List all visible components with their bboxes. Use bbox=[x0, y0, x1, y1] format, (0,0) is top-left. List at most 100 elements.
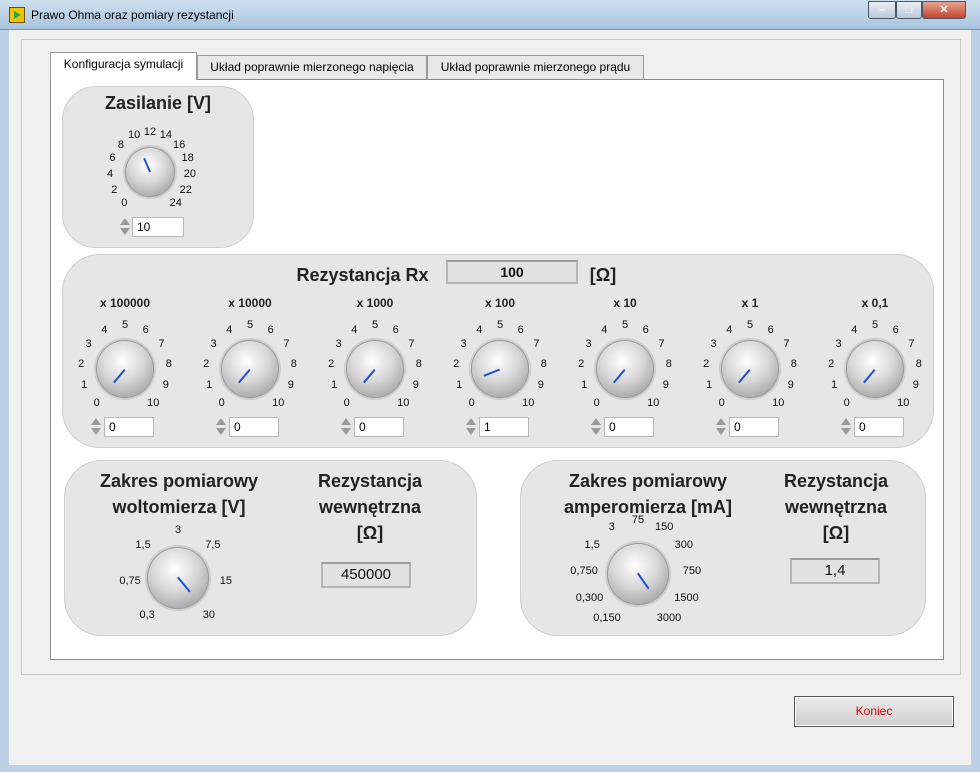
zasilanie-knob-tick-label: 0 bbox=[121, 196, 128, 209]
woltomierz-res-unit: [Ω] bbox=[356, 523, 384, 543]
decade-spinner-down-icon[interactable] bbox=[341, 428, 351, 435]
decade-spinner-down-icon[interactable] bbox=[466, 428, 476, 435]
decade-spinner-down-icon[interactable] bbox=[716, 428, 726, 435]
decade-knob-tick-label: 8 bbox=[415, 358, 422, 371]
decade-knob-tick-label: 2 bbox=[578, 358, 585, 371]
decade-value-field[interactable]: 0 bbox=[854, 417, 904, 437]
decade-knob-tick-label: 8 bbox=[290, 358, 297, 371]
amperomierz-range-knob-tick-label: 0,150 bbox=[593, 612, 621, 625]
window-frame-right bbox=[971, 30, 980, 772]
decade-spinner-up-icon[interactable] bbox=[591, 418, 601, 425]
decade-value-field[interactable]: 0 bbox=[604, 417, 654, 437]
decade-spinner-down-icon[interactable] bbox=[216, 428, 226, 435]
decade-knob-tick-label: 4 bbox=[226, 324, 233, 337]
decade-spinner-up-icon[interactable] bbox=[91, 418, 101, 425]
zasilanie-knob-tick-label: 24 bbox=[169, 196, 182, 209]
decade-knob-tick-label: 2 bbox=[703, 358, 710, 371]
decade-knob-tick-label: 7 bbox=[908, 338, 915, 351]
decade-knob-tick-label: 8 bbox=[165, 358, 172, 371]
decade-knob-tick-label: 0 bbox=[718, 396, 725, 409]
decade-spinner-up-icon[interactable] bbox=[841, 418, 851, 425]
decade-knob-tick-label: 6 bbox=[767, 324, 774, 337]
decade-knob-tick-label: 6 bbox=[517, 324, 524, 337]
decade-knob-tick-label: 9 bbox=[537, 379, 544, 392]
zasilanie-knob[interactable] bbox=[126, 148, 174, 196]
title-bar: Prawo Ohma oraz pomiary rezystancji – □ … bbox=[0, 0, 980, 30]
amperomierz-range-knob-tick-label: 75 bbox=[631, 514, 645, 526]
decade-spinner-up-icon[interactable] bbox=[466, 418, 476, 425]
decade-spinner-down-icon[interactable] bbox=[591, 428, 601, 435]
zasilanie-value-field[interactable]: 10 bbox=[132, 217, 184, 237]
decade-spinner-down-icon[interactable] bbox=[841, 428, 851, 435]
decade-value-field[interactable]: 0 bbox=[229, 417, 279, 437]
decade-knob-tick-label: 1 bbox=[331, 379, 338, 392]
decade-value-field[interactable]: 0 bbox=[729, 417, 779, 437]
decade-knob-tick-label: 10 bbox=[522, 396, 535, 409]
decade-knob-tick-label: 3 bbox=[460, 338, 467, 351]
decade-knob-tick-label: 6 bbox=[142, 324, 149, 337]
zasilanie-knob-tick-label: 6 bbox=[109, 152, 116, 165]
woltomierz-res-display: 450000 bbox=[321, 562, 411, 588]
tab-uklad-pradu[interactable]: Układ poprawnie mierzonego prądu bbox=[427, 55, 644, 79]
decade-knob-tick-label: 0 bbox=[468, 396, 475, 409]
zasilanie-spinner-up-icon[interactable] bbox=[120, 218, 130, 225]
decade-label: x 10000 bbox=[228, 296, 272, 310]
decade-value-field[interactable]: 0 bbox=[104, 417, 154, 437]
decade-knob-tick-label: 8 bbox=[915, 358, 922, 371]
decade-spinner[interactable] bbox=[590, 416, 602, 438]
koniec-button[interactable]: Koniec bbox=[794, 696, 954, 727]
decade-knob-tick-label: 5 bbox=[621, 319, 629, 331]
decade-spinner-up-icon[interactable] bbox=[216, 418, 226, 425]
decade-label: x 0,1 bbox=[861, 296, 889, 310]
amperomierz-res-display: 1,4 bbox=[790, 558, 880, 584]
decade-spinner[interactable] bbox=[340, 416, 352, 438]
decade-knob-tick-label: 8 bbox=[540, 358, 547, 371]
amperomierz-range-knob-tick-label: 750 bbox=[682, 565, 702, 578]
maximize-button[interactable]: □ bbox=[896, 1, 922, 19]
decade-knob-tick-label: 2 bbox=[828, 358, 835, 371]
decade-spinner[interactable] bbox=[215, 416, 227, 438]
zasilanie-knob-tick-label: 2 bbox=[111, 183, 118, 196]
decade-knob-tick-label: 9 bbox=[787, 379, 794, 392]
decade-knob-tick-label: 3 bbox=[85, 338, 92, 351]
decade-spinner[interactable] bbox=[90, 416, 102, 438]
decade-knob-tick-label: 6 bbox=[267, 324, 274, 337]
decade-value-field[interactable]: 1 bbox=[479, 417, 529, 437]
decade-knob-tick-label: 3 bbox=[335, 338, 342, 351]
minimize-button[interactable]: – bbox=[868, 1, 896, 19]
decade-knob-tick-label: 1 bbox=[81, 379, 88, 392]
decade-spinner-up-icon[interactable] bbox=[716, 418, 726, 425]
decade-knob-tick-label: 0 bbox=[93, 396, 100, 409]
decade-value-field[interactable]: 0 bbox=[354, 417, 404, 437]
amperomierz-range-title-1: Zakres pomiarowy bbox=[568, 471, 728, 491]
decade-spinner[interactable] bbox=[715, 416, 727, 438]
tab-uklad-napiecia[interactable]: Układ poprawnie mierzonego napięcia bbox=[197, 55, 427, 79]
decade-knob-tick-label: 10 bbox=[647, 396, 660, 409]
zasilanie-knob-tick-label: 4 bbox=[107, 168, 114, 181]
decade-spinner-down-icon[interactable] bbox=[91, 428, 101, 435]
amperomierz-range-knob-tick-label: 3 bbox=[608, 520, 615, 533]
decade-knob-tick-label: 4 bbox=[351, 324, 358, 337]
woltomierz-range-knob-tick-label: 30 bbox=[202, 608, 215, 621]
close-button[interactable]: ✕ bbox=[922, 1, 966, 19]
amperomierz-range-knob-tick-label: 0,750 bbox=[570, 565, 598, 578]
decade-knob-tick-label: 7 bbox=[783, 338, 790, 351]
decade-knob-tick-label: 8 bbox=[665, 358, 672, 371]
zasilanie-knob-tick-label: 20 bbox=[183, 168, 197, 181]
tab-konfiguracja-symulacji[interactable]: Konfiguracja symulacji bbox=[50, 52, 197, 80]
zasilanie-spinner[interactable] bbox=[119, 216, 131, 238]
decade-knob-tick-label: 7 bbox=[533, 338, 540, 351]
maximize-icon: □ bbox=[905, 4, 913, 16]
decade-spinner[interactable] bbox=[465, 416, 477, 438]
zasilanie-spinner-down-icon[interactable] bbox=[120, 228, 130, 235]
decade-knob-tick-label: 5 bbox=[871, 319, 879, 331]
decade-spinner[interactable] bbox=[840, 416, 852, 438]
decade-knob-tick-label: 5 bbox=[121, 319, 129, 331]
decade-knob-tick-label: 4 bbox=[476, 324, 483, 337]
decade-spinner-up-icon[interactable] bbox=[341, 418, 351, 425]
amperomierz-range-knob-tick-label: 300 bbox=[674, 539, 693, 552]
decade-knob-tick-label: 0 bbox=[343, 396, 350, 409]
decade-knob-tick-label: 9 bbox=[287, 379, 294, 392]
decade-knob-tick-label: 5 bbox=[246, 319, 254, 331]
decade-knob-tick-label: 10 bbox=[147, 396, 160, 409]
